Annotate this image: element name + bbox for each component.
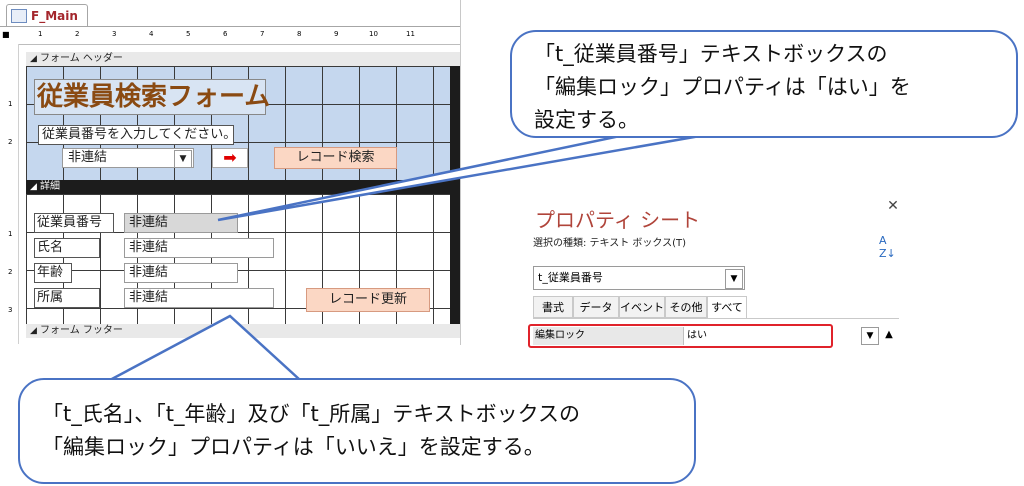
callout-line: 「編集ロック」プロパティは「いいえ」を設定する。 [42, 435, 545, 459]
callout-line: 「t_氏名」、「t_年齢」及び「t_所属」テキストボックスの [42, 402, 580, 426]
callout-line: 「編集ロック」プロパティは「はい」を [534, 75, 911, 99]
callout-line: 「t_従業員番号」テキストボックスの [534, 42, 888, 66]
callout-top: 「t_従業員番号」テキストボックスの 「編集ロック」プロパティは「はい」を 設定… [510, 30, 1018, 138]
callout-bottom-pointer [109, 314, 304, 382]
callout-line: 設定する。 [534, 108, 639, 132]
callout-bottom: 「t_氏名」、「t_年齢」及び「t_所属」テキストボックスの 「編集ロック」プロ… [18, 378, 696, 484]
callout-top-pointer [217, 134, 701, 222]
